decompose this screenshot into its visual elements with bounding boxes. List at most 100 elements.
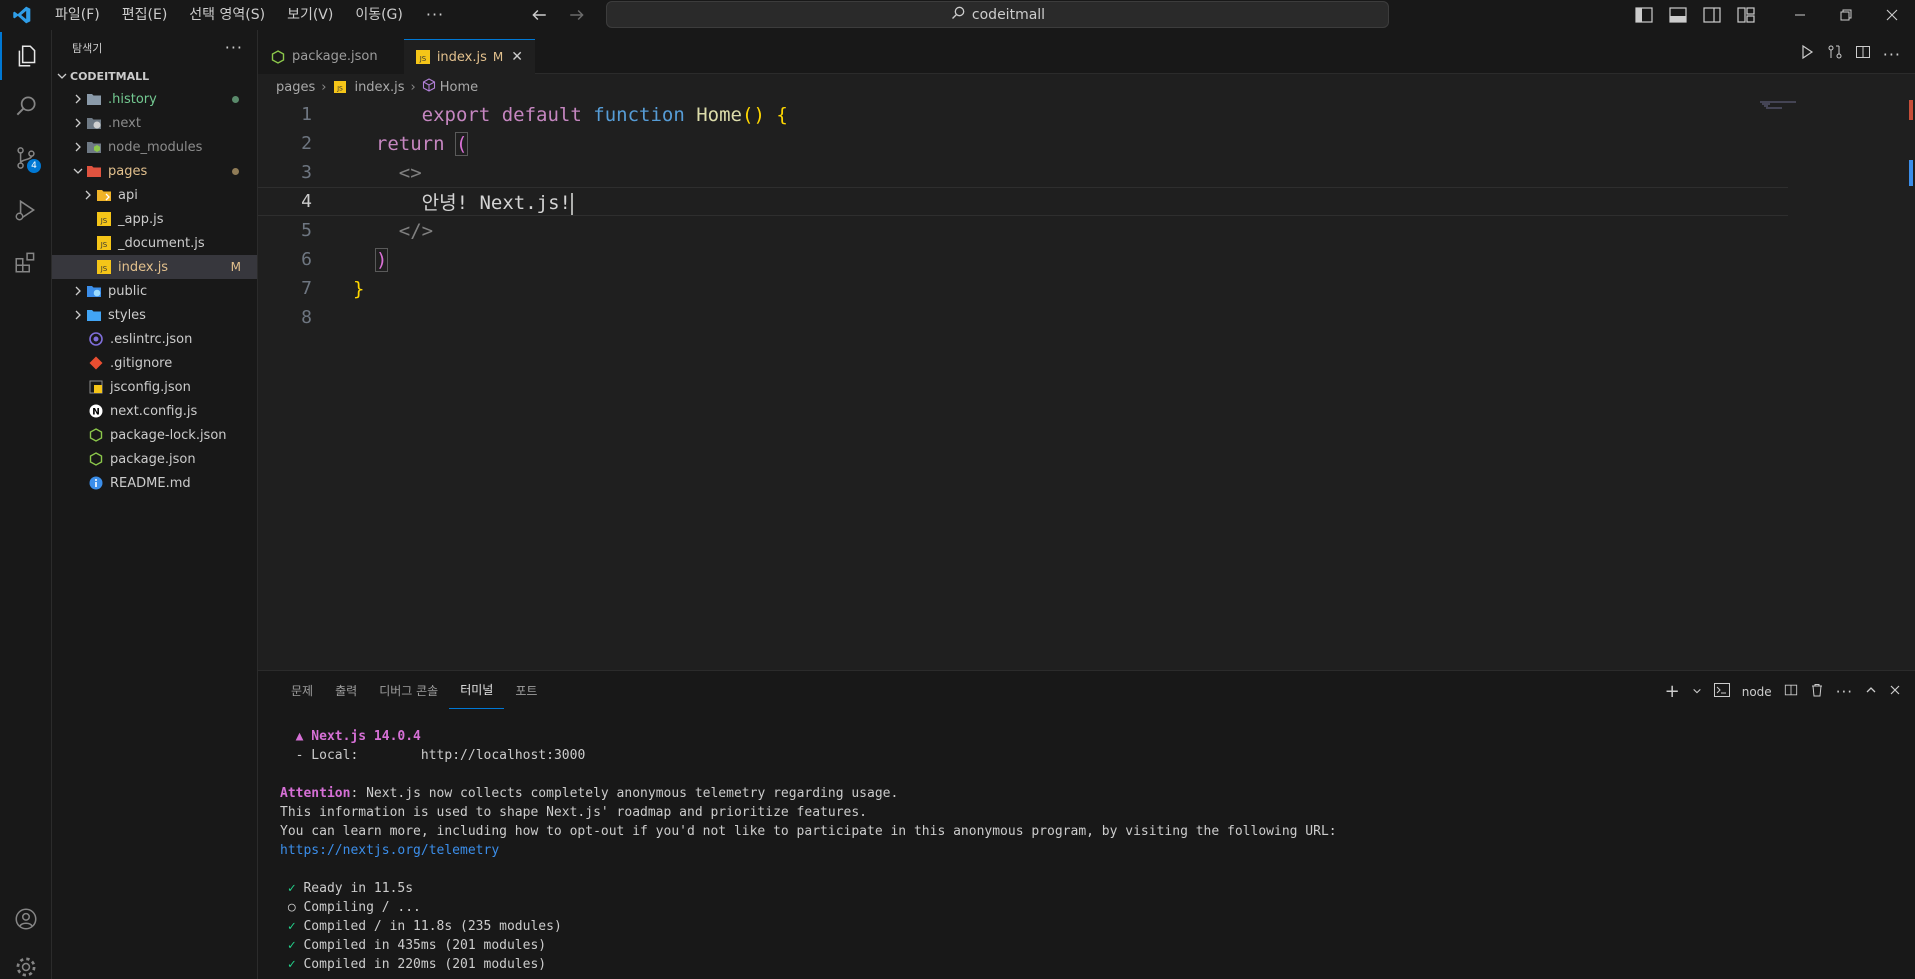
command-center-search[interactable]: codeitmall [606,1,1389,28]
chevron-right-icon: › [321,79,327,95]
tree-item-package-lock[interactable]: package-lock.json [52,423,257,447]
source-control-icon[interactable]: 4 [0,134,52,182]
open-changes-icon[interactable] [1827,44,1843,64]
tree-item-index-js[interactable]: JS index.js M [52,255,257,279]
editor-scrollbar[interactable] [1907,100,1915,670]
close-window-icon[interactable] [1869,0,1915,30]
json-config-icon [88,379,104,395]
tree-item-jsconfig[interactable]: jsconfig.json [52,375,257,399]
line-number: 6 [301,249,312,270]
info-icon [88,475,104,491]
tree-item-gitignore[interactable]: .gitignore [52,351,257,375]
toggle-panel-icon[interactable] [1661,0,1695,30]
source-control-badge: 4 [27,159,41,173]
chevron-down-icon[interactable] [1692,685,1702,699]
search-view-icon[interactable] [0,82,52,130]
tree-item-public[interactable]: public [52,279,257,303]
restore-icon[interactable] [1823,0,1869,30]
minimize-icon[interactable] [1777,0,1823,30]
token-return: return [375,132,445,155]
code-editor[interactable]: 1 export default function Home() { 2 ret… [258,100,1915,670]
panel-tab-ports[interactable]: 포트 [504,671,548,709]
nodejs-icon [88,427,104,443]
settings-gear-icon[interactable] [0,943,52,979]
tree-item-package-json[interactable]: package.json [52,447,257,471]
minimap[interactable] [1760,100,1800,110]
panel-tab-output[interactable]: 출력 [324,671,368,709]
menu-view[interactable]: 보기(V) [276,0,344,30]
tree-item-label: api [118,187,138,203]
code-line-6: 6 ) [258,245,1788,274]
tree-item-pages[interactable]: pages [52,159,257,183]
check-icon: ✓ [287,919,296,934]
tab-close-icon[interactable]: ✕ [511,49,523,65]
account-icon[interactable] [0,895,52,943]
tree-item-label: next.config.js [110,403,198,419]
maximize-panel-icon[interactable] [1865,684,1877,699]
token-jsx-text: 안녕! Next.js! [421,192,571,214]
split-editor-icon[interactable] [1855,44,1871,64]
nextjs-icon: N [88,403,104,419]
split-terminal-icon[interactable] [1784,683,1798,700]
forward-arrow-icon[interactable] [566,4,588,26]
panel-tab-problems[interactable]: 문제 [280,671,324,709]
tab-package-json[interactable]: package.json [258,39,404,74]
folder-api-icon [96,187,112,203]
chevron-right-icon [70,141,86,153]
tree-item-app-js[interactable]: JS _app.js [52,207,257,231]
tree-item-eslintrc[interactable]: .eslintrc.json [52,327,257,351]
line-number: 5 [301,220,312,241]
line-number: 3 [301,162,312,183]
tree-item-node-modules[interactable]: node_modules [52,135,257,159]
code-line-2: 2 return ( [258,129,1788,158]
tree-item-history[interactable]: .history [52,87,257,111]
menu-more-button[interactable]: ··· [414,0,456,30]
terminal-output[interactable]: ▲ Next.js 14.0.4 - Local: http://localho… [280,727,1337,974]
chevron-down-icon [54,70,70,82]
new-terminal-plus-icon[interactable]: + [1665,681,1680,702]
panel-tab-terminal[interactable]: 터미널 [449,671,505,709]
folder-styles-icon [86,307,102,323]
terminal-name[interactable]: node [1742,685,1772,699]
tab-index-js[interactable]: JS index.js M ✕ [404,39,535,74]
svg-text:JS: JS [100,265,108,273]
menu-selection[interactable]: 선택 영역(S) [178,0,276,30]
tree-item-next[interactable]: .next [52,111,257,135]
nodejs-icon [88,451,104,467]
menu-edit[interactable]: 편집(E) [111,0,179,30]
tree-item-readme[interactable]: README.md [52,471,257,495]
token-function-name: Home [696,103,742,126]
run-file-icon[interactable] [1799,44,1815,64]
workspace-root[interactable]: CODEITMALL [52,65,257,87]
tree-item-label: package-lock.json [110,427,227,443]
close-panel-icon[interactable] [1889,684,1901,699]
toggle-primary-sidebar-icon[interactable] [1627,0,1661,30]
run-debug-icon[interactable] [0,186,52,234]
tree-item-next-config[interactable]: N next.config.js [52,399,257,423]
bottom-panel: 문제 출력 디버그 콘솔 터미널 포트 + node ··· ▲ Next.js… [258,670,1915,979]
trash-icon[interactable] [1810,683,1824,700]
nodejs-icon [270,49,286,65]
tree-item-styles[interactable]: styles [52,303,257,327]
svg-text:JS: JS [419,55,427,63]
tree-item-api[interactable]: api [52,183,257,207]
git-icon [88,355,104,371]
panel-tab-debug-console[interactable]: 디버그 콘솔 [368,671,449,709]
tree-item-label: README.md [110,475,191,491]
tree-item-document-js[interactable]: JS _document.js [52,231,257,255]
toggle-secondary-sidebar-icon[interactable] [1695,0,1729,30]
extensions-icon[interactable] [0,238,52,286]
explorer-icon[interactable] [0,32,52,80]
more-actions-icon[interactable]: ··· [1883,45,1901,64]
more-icon[interactable]: ··· [1836,683,1853,701]
menu-file[interactable]: 파일(F) [44,0,111,30]
explorer-more-button[interactable]: ··· [225,38,243,57]
terminal-telemetry-link[interactable]: https://nextjs.org/telemetry [280,843,499,858]
customize-layout-icon[interactable] [1729,0,1763,30]
menu-go[interactable]: 이동(G) [344,0,414,30]
terminal-telemetry-notice: : Next.js now collects completely anonym… [350,786,899,801]
chevron-right-icon [80,189,96,201]
breadcrumb-pages[interactable]: pages [276,80,315,95]
line-number: 7 [301,278,312,299]
back-arrow-icon[interactable] [528,4,550,26]
